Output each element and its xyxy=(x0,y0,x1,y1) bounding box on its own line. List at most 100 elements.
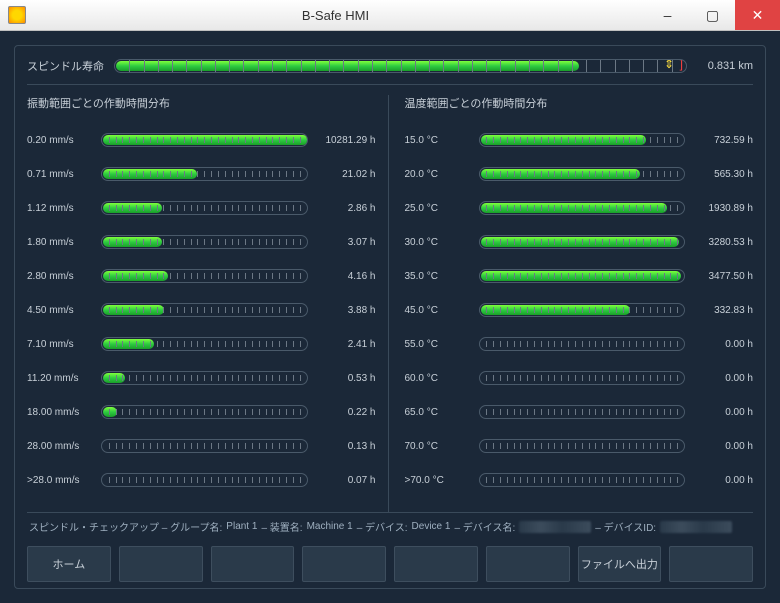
temperature-value: 332.83 h xyxy=(693,305,753,316)
vibration-value: 3.88 h xyxy=(316,305,376,316)
vibration-row: 1.12 mm/s 2.86 h xyxy=(27,191,376,225)
temperature-label: 60.0 °C xyxy=(405,373,471,384)
sb-device-label: – デバイス: xyxy=(357,519,408,534)
temperature-value: 3477.50 h xyxy=(693,271,753,282)
vibration-label: 7.10 mm/s xyxy=(27,339,93,350)
vibration-column: 振動範囲ごとの作動時間分布 0.20 mm/s 10281.29 h 0.71 mm… xyxy=(27,95,389,512)
temperature-row: 60.0 °C 0.00 h xyxy=(405,361,754,395)
temperature-bar xyxy=(479,133,686,147)
vibration-bar xyxy=(101,201,308,215)
vibration-row: 0.20 mm/s 10281.29 h xyxy=(27,123,376,157)
window-title: B-Safe HMI xyxy=(26,8,645,23)
vibration-row: >28.0 mm/s0.07 h xyxy=(27,463,376,497)
temperature-row: 25.0 °C1930.89 h xyxy=(405,191,754,225)
vibration-bar xyxy=(101,439,308,453)
temperature-label: 55.0 °C xyxy=(405,339,471,350)
vibration-value: 2.86 h xyxy=(316,203,376,214)
temperature-label: 20.0 °C xyxy=(405,169,471,180)
footer-button-4[interactable] xyxy=(302,546,386,582)
temperature-value: 1930.89 h xyxy=(693,203,753,214)
temperature-bar xyxy=(479,405,686,419)
temperature-value: 3280.53 h xyxy=(693,237,753,248)
sb-prefix: スピンドル・チェックアップ – グループ名: xyxy=(29,519,222,534)
temperature-bar xyxy=(479,337,686,351)
temperature-row: >70.0 °C 0.00 h xyxy=(405,463,754,497)
vibration-value: 10281.29 h xyxy=(316,135,376,146)
vibration-label: >28.0 mm/s xyxy=(27,475,93,486)
vibration-label: 1.12 mm/s xyxy=(27,203,93,214)
vibration-bar xyxy=(101,473,308,487)
app-icon xyxy=(8,6,26,24)
vibration-bar xyxy=(101,133,308,147)
temperature-bar xyxy=(479,371,686,385)
temperature-bar xyxy=(479,439,686,453)
temperature-bar xyxy=(479,473,686,487)
temperature-row: 30.0 °C3280.53 h xyxy=(405,225,754,259)
close-button[interactable]: ✕ xyxy=(735,0,780,30)
window: B-Safe HMI – ▢ ✕ スピンドル寿命 ⇕ ] 0.831 km 振動… xyxy=(0,0,780,603)
footer-button-5[interactable] xyxy=(394,546,478,582)
vibration-bar xyxy=(101,235,308,249)
temperature-value: 0.00 h xyxy=(693,475,753,486)
temperature-value: 0.00 h xyxy=(693,373,753,384)
vibration-row: 0.71 mm/s21.02 h xyxy=(27,157,376,191)
export-button[interactable]: ファイルへ出力 xyxy=(578,546,662,582)
titlebar: B-Safe HMI – ▢ ✕ xyxy=(0,0,780,31)
sb-devid-label: – デバイスID: xyxy=(595,519,656,534)
spindle-life-label: スピンドル寿命 xyxy=(27,58,104,74)
vibration-value: 3.07 h xyxy=(316,237,376,248)
temperature-label: 35.0 °C xyxy=(405,271,471,282)
vibration-label: 2.80 mm/s xyxy=(27,271,93,282)
vibration-row: 28.00 mm/s0.13 h xyxy=(27,429,376,463)
spindle-limit-icon: ] xyxy=(680,59,683,71)
vibration-row: 1.80 mm/s 3.07 h xyxy=(27,225,376,259)
spindle-marker-icon: ⇕ xyxy=(664,59,674,71)
temperature-title: 温度範囲ごとの作動時間分布 xyxy=(405,95,754,111)
temperature-row: 20.0 °C 565.30 h xyxy=(405,157,754,191)
maximize-button[interactable]: ▢ xyxy=(690,0,735,30)
vibration-value: 2.41 h xyxy=(316,339,376,350)
columns: 振動範囲ごとの作動時間分布 0.20 mm/s 10281.29 h 0.71 mm… xyxy=(27,84,753,512)
sb-devname-blurred xyxy=(519,521,591,533)
vibration-bar xyxy=(101,303,308,317)
temperature-label: >70.0 °C xyxy=(405,475,471,486)
temperature-label: 65.0 °C xyxy=(405,407,471,418)
spindle-life-bar: ⇕ ] xyxy=(114,59,687,73)
vibration-title: 振動範囲ごとの作動時間分布 xyxy=(27,95,376,111)
footer-button-6[interactable] xyxy=(486,546,570,582)
minimize-button[interactable]: – xyxy=(645,0,690,30)
temperature-bar xyxy=(479,167,686,181)
spindle-life-value: 0.831 km xyxy=(697,60,753,72)
vibration-label: 0.20 mm/s xyxy=(27,135,93,146)
main-panel: スピンドル寿命 ⇕ ] 0.831 km 振動範囲ごとの作動時間分布 0.20 … xyxy=(14,45,766,589)
sb-machine: Machine 1 xyxy=(307,521,353,532)
temperature-value: 0.00 h xyxy=(693,339,753,350)
vibration-label: 4.50 mm/s xyxy=(27,305,93,316)
temperature-value: 565.30 h xyxy=(693,169,753,180)
temperature-value: 0.00 h xyxy=(693,407,753,418)
sb-machine-label: – 装置名: xyxy=(261,519,302,534)
vibration-label: 1.80 mm/s xyxy=(27,237,93,248)
temperature-row: 15.0 °C732.59 h xyxy=(405,123,754,157)
temperature-bar xyxy=(479,303,686,317)
vibration-bar xyxy=(101,337,308,351)
sb-devname-label: – デバイス名: xyxy=(454,519,515,534)
sb-device: Device 1 xyxy=(412,521,451,532)
home-button[interactable]: ホーム xyxy=(27,546,111,582)
temperature-row: 65.0 °C 0.00 h xyxy=(405,395,754,429)
footer-button-8[interactable] xyxy=(669,546,753,582)
vibration-row: 2.80 mm/s 4.16 h xyxy=(27,259,376,293)
export-button-label: ファイルへ出力 xyxy=(581,556,658,572)
temperature-row: 55.0 °C 0.00 h xyxy=(405,327,754,361)
temperature-row: 45.0 °C 332.83 h xyxy=(405,293,754,327)
vibration-row: 11.20 mm/s0.53 h xyxy=(27,361,376,395)
vibration-bar xyxy=(101,405,308,419)
temperature-label: 15.0 °C xyxy=(405,135,471,146)
footer-button-3[interactable] xyxy=(211,546,295,582)
vibration-row: 7.10 mm/s 2.41 h xyxy=(27,327,376,361)
temperature-label: 45.0 °C xyxy=(405,305,471,316)
vibration-value: 4.16 h xyxy=(316,271,376,282)
client-area: スピンドル寿命 ⇕ ] 0.831 km 振動範囲ごとの作動時間分布 0.20 … xyxy=(0,31,780,603)
vibration-label: 28.00 mm/s xyxy=(27,441,93,452)
footer-button-2[interactable] xyxy=(119,546,203,582)
